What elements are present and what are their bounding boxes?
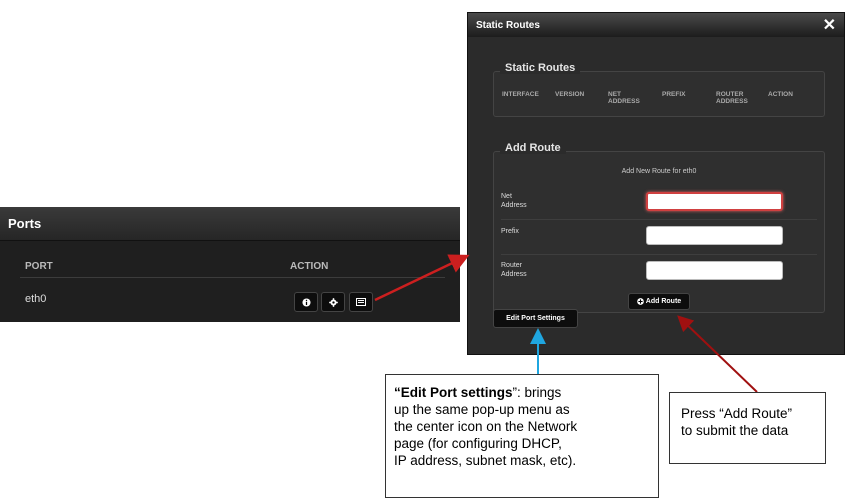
gear-icon bbox=[328, 297, 338, 307]
edit-port-settings-button[interactable]: Edit Port Settings bbox=[493, 309, 578, 328]
add-route-legend: Add Route bbox=[500, 142, 566, 154]
callout-text-line5: IP address, subnet mask, etc). bbox=[394, 453, 577, 468]
net-address-input[interactable] bbox=[646, 192, 783, 211]
static-routes-section: Static Routes INTERFACE VERSION NET ADDR… bbox=[493, 62, 825, 117]
ports-panel-header: Ports bbox=[0, 207, 460, 241]
net-address-label: Net Address bbox=[501, 192, 527, 210]
net-address-label-line1: Net bbox=[501, 193, 512, 200]
port-name: eth0 bbox=[25, 293, 47, 305]
interface-column-header: INTERFACE bbox=[502, 91, 539, 98]
callout-text-line3: the center icon on the Network bbox=[394, 419, 578, 434]
add-route-subtitle: Add New Route for eth0 bbox=[621, 168, 697, 175]
add-route-button-label: Add Route bbox=[645, 298, 682, 305]
callout-text-line1: ”: brings bbox=[512, 385, 562, 400]
info-button[interactable] bbox=[294, 292, 318, 312]
divider bbox=[501, 219, 817, 220]
add-route-callout: Press “Add Route” to submit the data bbox=[669, 392, 826, 464]
divider bbox=[501, 254, 817, 255]
router-address-label-line1: Router bbox=[501, 262, 523, 269]
edit-port-settings-callout: “Edit Port settings”: brings up the same… bbox=[385, 374, 659, 498]
callout-text-line2: up the same pop-up menu as bbox=[394, 402, 570, 417]
prefix-label: Prefix bbox=[501, 228, 519, 235]
prefix-column-header: PREFIX bbox=[662, 91, 686, 98]
edit-port-settings-label: Edit Port Settings bbox=[506, 315, 565, 322]
static-routes-modal: Static Routes ✕ Static Routes INTERFACE … bbox=[467, 12, 845, 355]
port-column-header: PORT bbox=[25, 261, 53, 272]
action-column-header: ACTION bbox=[768, 91, 793, 98]
callout-bold-text: “Edit Port settings bbox=[394, 385, 513, 400]
ports-table-header: PORT ACTION bbox=[20, 255, 445, 278]
ports-panel-title: Ports bbox=[8, 216, 42, 231]
net-address-column-header-line2: ADDRESS bbox=[608, 98, 640, 105]
add-route-section: Add Route Add New Route for eth0 Net Add… bbox=[493, 142, 825, 313]
info-icon bbox=[301, 297, 311, 307]
router-address-column-header-line1: ROUTER bbox=[716, 91, 744, 98]
table-row: eth0 bbox=[20, 285, 445, 315]
net-address-column-header-line1: NET bbox=[608, 91, 621, 98]
router-address-label: Router Address bbox=[501, 261, 527, 279]
callout-text: “Edit Port settings”: brings up the same… bbox=[394, 384, 656, 469]
modal-header: Static Routes ✕ bbox=[468, 13, 844, 37]
ports-panel: Ports PORT ACTION eth0 bbox=[0, 207, 460, 322]
callout-text-line1: Press “Add Route” bbox=[681, 406, 793, 421]
router-address-input[interactable] bbox=[646, 261, 783, 280]
settings-button[interactable] bbox=[321, 292, 345, 312]
callout-text-line2: to submit the data bbox=[681, 423, 789, 438]
version-column-header: VERSION bbox=[555, 91, 585, 98]
plus-circle-icon bbox=[636, 298, 644, 305]
action-column-header: ACTION bbox=[290, 261, 329, 272]
close-icon[interactable]: ✕ bbox=[823, 15, 836, 35]
router-address-column-header-line2: ADDRESS bbox=[716, 98, 748, 105]
add-route-button[interactable]: Add Route bbox=[628, 293, 690, 310]
net-address-label-line2: Address bbox=[501, 202, 527, 209]
static-routes-legend: Static Routes bbox=[500, 62, 581, 74]
network-card-icon bbox=[356, 298, 366, 306]
callout-text-line4: page (for configuring DHCP, bbox=[394, 436, 562, 451]
prefix-input[interactable] bbox=[646, 226, 783, 245]
router-address-label-line2: Address bbox=[501, 271, 527, 278]
modal-title: Static Routes bbox=[476, 19, 540, 31]
static-routes-button[interactable] bbox=[349, 292, 373, 312]
callout-text: Press “Add Route” to submit the data bbox=[681, 405, 792, 439]
